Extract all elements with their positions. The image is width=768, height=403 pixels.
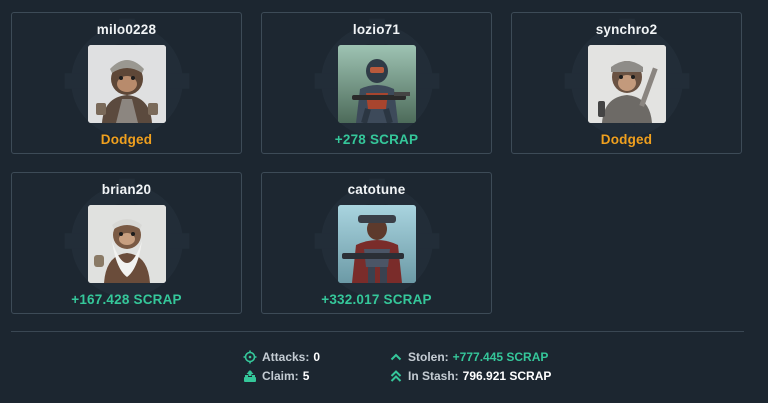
- attacks-stat: Attacks: 0: [243, 350, 320, 364]
- player-name: milo0228: [96, 22, 157, 37]
- stash-label: In Stash:: [408, 369, 459, 383]
- crosshair-icon: [243, 350, 257, 364]
- divider: [11, 331, 744, 332]
- attack-result: +167.428 SCRAP: [71, 292, 182, 307]
- player-card: lozio71 +278 SCRAP: [261, 12, 492, 154]
- stash-value: 796.921 SCRAP: [462, 369, 552, 383]
- attack-result: Dodged: [600, 132, 653, 147]
- player-card: synchro2 Dodged: [511, 12, 742, 154]
- double-chevron-up-icon: [390, 370, 402, 382]
- claim-stack-icon: [244, 370, 256, 382]
- player-name: catotune: [347, 182, 406, 197]
- player-name: brian20: [101, 182, 152, 197]
- attack-result: Dodged: [100, 132, 153, 147]
- stolen-label: Stolen:: [408, 350, 449, 364]
- stolen-value: +777.445 SCRAP: [452, 350, 549, 364]
- player-card: brian20 +167.428 SCRAP: [11, 172, 242, 314]
- armored-rifleman-avatar: [337, 45, 416, 123]
- chevron-up-icon: [390, 353, 402, 361]
- attack-result: +332.017 SCRAP: [321, 292, 432, 307]
- ape-soldier-avatar: [87, 45, 166, 123]
- player-card: milo0228 Dodged: [11, 12, 242, 154]
- stash-stat: In Stash: 796.921 SCRAP: [389, 369, 551, 383]
- attack-result: +278 SCRAP: [334, 132, 419, 147]
- claim-label: Claim:: [262, 369, 299, 383]
- claim-value: 5: [302, 369, 310, 383]
- player-name: lozio71: [352, 22, 401, 37]
- claim-stat: Claim: 5: [243, 369, 309, 383]
- stolen-stat: Stolen: +777.445 SCRAP: [389, 350, 548, 364]
- ape-wrench-avatar: [587, 45, 666, 123]
- bearded-ape-avatar: [87, 205, 166, 283]
- player-name: synchro2: [595, 22, 658, 37]
- player-card: catotune +332.017 SCRAP: [261, 172, 492, 314]
- attacks-value: 0: [313, 350, 321, 364]
- heavy-gunner-avatar: [337, 205, 416, 283]
- attacks-label: Attacks:: [262, 350, 310, 364]
